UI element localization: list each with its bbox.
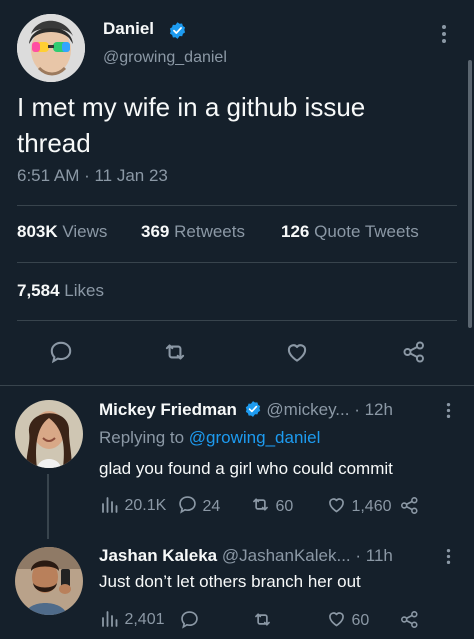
views-stat[interactable]: 803K Views <box>17 222 107 242</box>
author-name[interactable]: Daniel <box>103 19 154 39</box>
reply-text: Just don’t let others branch her out <box>99 572 361 591</box>
retweets-count: 60 <box>275 498 294 515</box>
reply-icon <box>177 494 198 515</box>
quotes-stat[interactable]: 126 Quote Tweets <box>281 222 419 242</box>
like-icon <box>326 608 347 629</box>
views-count: 20.1K <box>124 497 167 514</box>
divider <box>17 205 457 206</box>
views-count: 803K <box>17 222 58 241</box>
likes-count: 7,584 <box>17 281 60 300</box>
scrollbar[interactable] <box>468 60 472 328</box>
divider <box>17 320 457 321</box>
verified-badge-icon <box>168 21 187 40</box>
more-icon[interactable] <box>441 24 447 44</box>
replying-to-link[interactable]: @growing_daniel <box>189 428 321 447</box>
retweets-stat[interactable]: 369 Retweets <box>141 222 245 242</box>
reply-author-handle[interactable]: @mickey... <box>266 400 349 419</box>
like-button[interactable]: 60 <box>326 608 369 630</box>
reply-time[interactable]: · 12h <box>354 400 393 419</box>
like-button[interactable]: 1,460 <box>326 494 392 516</box>
views-count: 2,401 <box>124 611 165 628</box>
reply-avatar[interactable] <box>15 400 83 468</box>
likes-count: 60 <box>351 612 370 629</box>
likes-stat[interactable]: 7,584 Likes <box>17 281 104 301</box>
retweet-icon <box>250 494 271 515</box>
more-icon[interactable] <box>446 548 451 565</box>
reply-text: glad you found a girl who could commit <box>99 459 393 478</box>
reply-time[interactable]: · 11h <box>355 546 393 565</box>
reply-avatar[interactable] <box>15 547 83 615</box>
reply-header: Jashan Kaleka @JashanKalek... · 11h <box>99 546 444 566</box>
reply-header: Mickey Friedman @mickey... · 12h <box>99 400 444 420</box>
reply-author-handle[interactable]: @JashanKalek... <box>222 546 351 565</box>
author-handle[interactable]: @growing_daniel <box>103 49 227 67</box>
tweet-text: I met my wife in a github issue thread <box>17 92 366 158</box>
author-avatar[interactable] <box>17 14 85 82</box>
views-label: Views <box>62 222 108 241</box>
tweet-timestamp[interactable]: 6:51 AM · 11 Jan 23 <box>17 166 168 186</box>
reply-button[interactable]: 24 <box>177 494 220 516</box>
reply-author-name[interactable]: Jashan Kaleka <box>99 546 217 565</box>
thread-line <box>47 474 49 539</box>
views-button[interactable]: 2,401 <box>100 608 165 629</box>
replying-to-label: Replying to <box>99 428 185 447</box>
replying-to: Replying to @growing_daniel <box>99 428 320 448</box>
like-icon <box>326 494 347 515</box>
comments-count: 24 <box>202 498 221 515</box>
divider <box>0 385 474 386</box>
quotes-count: 126 <box>281 222 310 241</box>
retweet-icon[interactable] <box>162 339 188 365</box>
views-icon <box>100 608 120 628</box>
likes-count: 1,460 <box>351 498 392 515</box>
reply-icon[interactable] <box>179 609 200 630</box>
share-icon[interactable] <box>399 609 420 630</box>
retweet-button[interactable]: 60 <box>250 494 293 516</box>
retweets-count: 369 <box>141 222 170 241</box>
quotes-label: Quote Tweets <box>314 222 419 241</box>
views-icon <box>100 494 120 514</box>
share-icon[interactable] <box>399 495 420 516</box>
reply-author-name[interactable]: Mickey Friedman <box>99 400 237 419</box>
likes-label: Likes <box>64 281 104 300</box>
views-button[interactable]: 20.1K <box>100 494 166 515</box>
retweets-label: Retweets <box>174 222 245 241</box>
like-icon[interactable] <box>284 339 310 365</box>
share-icon[interactable] <box>401 339 427 365</box>
more-icon[interactable] <box>446 402 451 419</box>
retweet-icon[interactable] <box>252 609 273 630</box>
divider <box>17 262 457 263</box>
reply-icon[interactable] <box>48 339 74 365</box>
verified-badge-icon <box>244 400 262 418</box>
